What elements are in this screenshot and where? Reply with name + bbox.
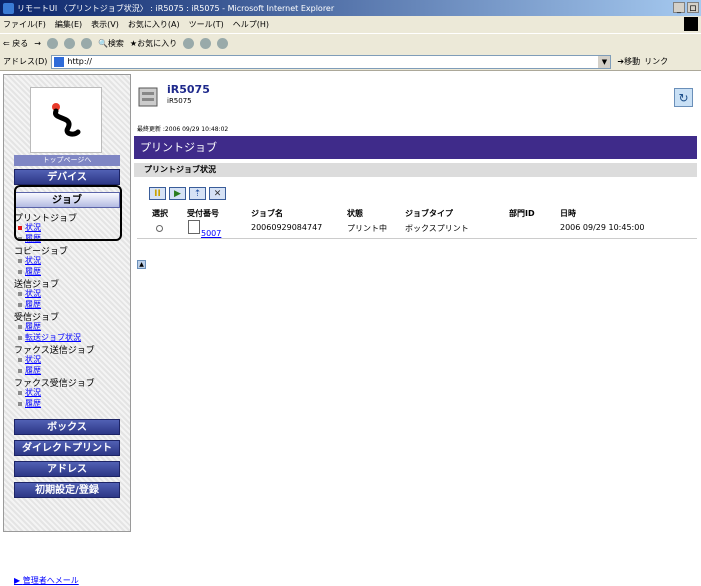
col-type: ジョブタイプ bbox=[405, 209, 453, 218]
forward-job-status-link[interactable]: 転送ジョブ状況 bbox=[18, 332, 81, 343]
col-dept: 部門ID bbox=[509, 209, 535, 218]
send-job-history-link[interactable]: 履歴 bbox=[18, 299, 41, 310]
job-number-link[interactable]: 5007 bbox=[201, 229, 221, 238]
callout-highlight bbox=[14, 185, 122, 241]
fax-receive-status-link[interactable]: 状況 bbox=[18, 387, 41, 398]
windows-logo-icon bbox=[684, 17, 698, 31]
forward-arrow-icon[interactable]: → bbox=[34, 39, 41, 48]
move-to-top-button[interactable]: ⇡ bbox=[189, 187, 206, 200]
table-divider bbox=[137, 238, 697, 239]
job-action-buttons: II ▶ ⇡ ✕ bbox=[149, 187, 226, 200]
menu-file[interactable]: ファイル(F) bbox=[3, 19, 46, 30]
back-button[interactable]: ⇐ 戻る bbox=[3, 38, 28, 49]
col-status: 状態 bbox=[347, 209, 363, 218]
fax-receive-history-link[interactable]: 履歴 bbox=[18, 398, 41, 409]
window-title: リモートUI 〈プリントジョブ状況〉 : iR5075 : iR5075 - M… bbox=[17, 3, 335, 13]
ie-icon bbox=[3, 2, 14, 14]
window-titlebar: リモートUI 〈プリントジョブ状況〉 : iR5075 : iR5075 - M… bbox=[0, 0, 701, 16]
address-label: アドレス(D) bbox=[3, 57, 48, 66]
document-icon bbox=[188, 220, 200, 234]
remote-ui-logo[interactable] bbox=[30, 87, 102, 153]
move-top-icon: ⇡ bbox=[193, 188, 202, 199]
window-controls: _ ロ bbox=[673, 2, 699, 13]
nav-device-button[interactable]: デバイス bbox=[14, 169, 120, 185]
bullet-icon bbox=[18, 302, 22, 307]
bullet-icon bbox=[18, 291, 22, 296]
address-input[interactable]: http:// ▼ bbox=[51, 54, 612, 69]
refresh-icon[interactable] bbox=[63, 38, 75, 49]
go-button[interactable]: ➔移動 bbox=[617, 56, 640, 67]
nav-direct-print-button[interactable]: ダイレクトプリント bbox=[14, 440, 120, 456]
col-number: 受付番号 bbox=[187, 209, 219, 218]
address-value: http:// bbox=[67, 57, 92, 66]
page-top-icon[interactable]: ▲ bbox=[137, 260, 146, 269]
job-type: ボックスプリント bbox=[405, 224, 469, 233]
bullet-icon bbox=[18, 335, 22, 340]
delete-button[interactable]: ✕ bbox=[209, 187, 226, 200]
bullet-icon bbox=[18, 269, 22, 274]
refresh-icon: ↻ bbox=[678, 90, 689, 105]
bullet-icon bbox=[18, 401, 22, 406]
bullet-icon bbox=[18, 390, 22, 395]
history-icon[interactable] bbox=[183, 38, 195, 49]
job-datetime: 2006 09/29 10:45:00 bbox=[560, 223, 645, 232]
col-name: ジョブ名 bbox=[251, 209, 283, 218]
job-status: プリント中 bbox=[347, 224, 387, 233]
copy-job-history-link[interactable]: 履歴 bbox=[18, 266, 41, 277]
browser-toolbar: ⇐ 戻る → 🔍検索 ★お気に入り bbox=[0, 33, 701, 53]
chevron-down-icon[interactable]: ▼ bbox=[598, 55, 611, 68]
address-bar: アドレス(D) http:// ▼ ➔移動 リンク bbox=[0, 53, 701, 71]
resume-button[interactable]: ▶ bbox=[169, 187, 186, 200]
device-name: iR5075 bbox=[167, 83, 210, 96]
main-content: iR5075 iR5075 ↻ 最終更新 :2006 09/29 10:48:0… bbox=[131, 74, 701, 532]
menu-help[interactable]: ヘルプ(H) bbox=[233, 19, 269, 30]
page-title: プリントジョブ bbox=[134, 136, 697, 159]
mail-icon[interactable] bbox=[200, 38, 212, 49]
send-job-status-link[interactable]: 状況 bbox=[18, 288, 41, 299]
section-header: プリントジョブ状況 bbox=[134, 163, 697, 177]
menu-favorites[interactable]: お気に入り(A) bbox=[128, 19, 180, 30]
refresh-button[interactable]: ↻ bbox=[674, 88, 693, 107]
bullet-icon bbox=[18, 357, 22, 362]
search-button[interactable]: 🔍検索 bbox=[98, 38, 124, 49]
fax-send-status-link[interactable]: 状況 bbox=[18, 354, 41, 365]
copy-job-status-link[interactable]: 状況 bbox=[18, 255, 41, 266]
menu-tools[interactable]: ツール(T) bbox=[189, 19, 224, 30]
job-name: 20060929084747 bbox=[251, 223, 323, 232]
nav-address-button[interactable]: アドレス bbox=[14, 461, 120, 477]
home-icon[interactable] bbox=[80, 38, 92, 49]
menu-view[interactable]: 表示(V) bbox=[91, 19, 119, 30]
col-select: 選択 bbox=[152, 209, 168, 218]
home-page-button[interactable]: トップページへ bbox=[14, 155, 120, 166]
stop-icon[interactable] bbox=[46, 38, 58, 49]
bullet-icon bbox=[18, 368, 22, 373]
bullet-icon bbox=[18, 258, 22, 263]
pause-icon: II bbox=[154, 188, 161, 199]
page-icon bbox=[54, 56, 65, 67]
nav-settings-button[interactable]: 初期設定/登録 bbox=[14, 482, 120, 498]
printer-icon bbox=[138, 87, 158, 107]
job-select-radio[interactable] bbox=[156, 225, 163, 232]
receive-job-history-link[interactable]: 履歴 bbox=[18, 321, 41, 332]
nav-box-button[interactable]: ボックス bbox=[14, 419, 120, 435]
col-datetime: 日時 bbox=[560, 209, 576, 218]
print-icon[interactable] bbox=[217, 38, 229, 49]
play-icon: ▶ bbox=[174, 188, 181, 199]
favorites-button[interactable]: ★お気に入り bbox=[130, 38, 177, 49]
minimize-button[interactable]: _ bbox=[673, 2, 685, 13]
admin-mail-link[interactable]: ▶ 管理者へメール bbox=[14, 575, 79, 586]
links-button[interactable]: リンク bbox=[644, 56, 668, 67]
last-updated: 最終更新 :2006 09/29 10:48:02 bbox=[137, 126, 229, 133]
delete-icon: ✕ bbox=[213, 188, 222, 199]
device-subtitle: iR5075 bbox=[167, 97, 192, 105]
sidebar: トップページへ デバイス ジョブ プリントジョブ 状況 履歴 コピージョブ 状況… bbox=[3, 74, 131, 585]
bullet-icon bbox=[18, 324, 22, 329]
menu-edit[interactable]: 編集(E) bbox=[55, 19, 82, 30]
logo-icon bbox=[52, 103, 81, 137]
pause-button[interactable]: II bbox=[149, 187, 166, 200]
fax-send-history-link[interactable]: 履歴 bbox=[18, 365, 41, 376]
restore-button[interactable]: ロ bbox=[687, 2, 699, 13]
menu-bar: ファイル(F) 編集(E) 表示(V) お気に入り(A) ツール(T) ヘルプ(… bbox=[0, 16, 701, 33]
